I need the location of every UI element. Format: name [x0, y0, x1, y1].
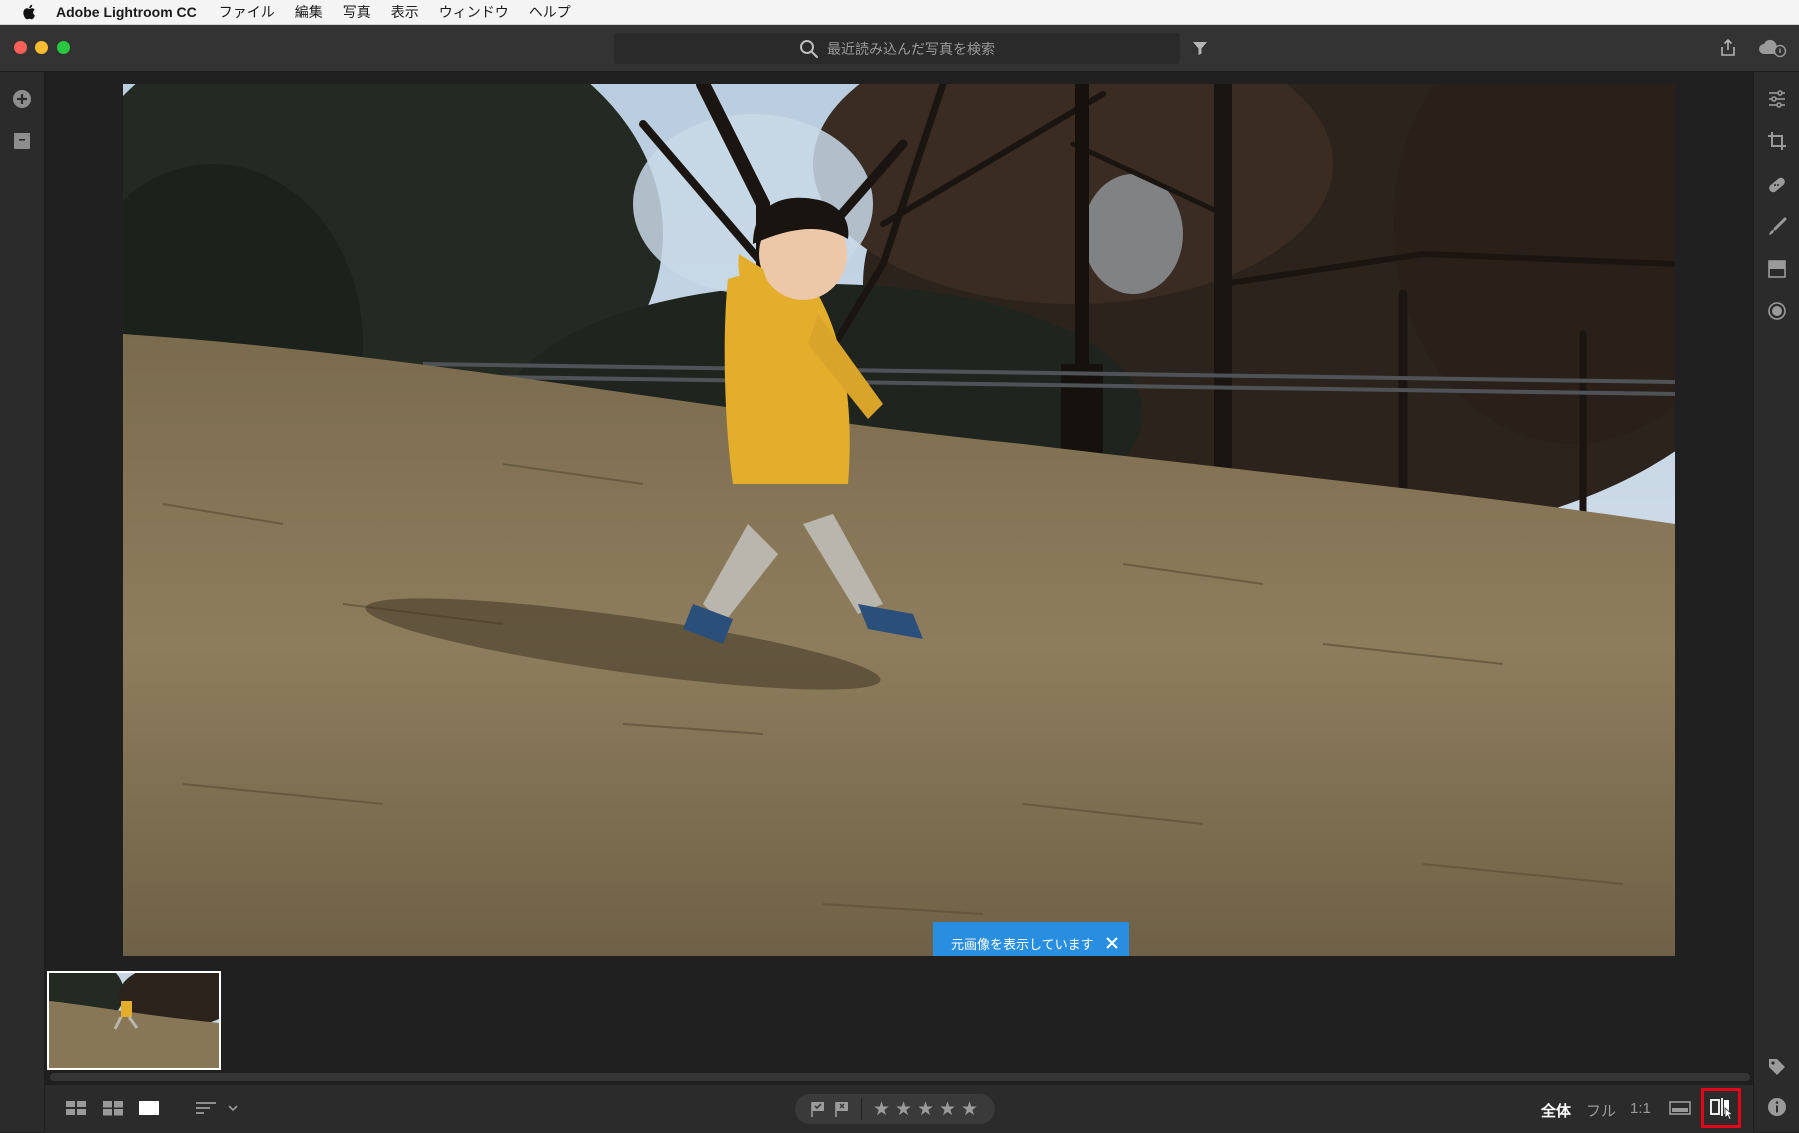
right-panel: [1753, 72, 1799, 1132]
close-icon[interactable]: [1105, 936, 1119, 950]
search-input[interactable]: 最近読み込んだ写真を検索: [614, 33, 1180, 64]
radial-gradient-icon[interactable]: [1766, 300, 1788, 322]
filter-icon[interactable]: [1191, 39, 1209, 57]
info-icon[interactable]: [1766, 1096, 1788, 1118]
share-icon[interactable]: [1718, 38, 1738, 58]
edit-sliders-icon[interactable]: [1766, 88, 1788, 110]
compare-before-after-icon[interactable]: [1709, 1096, 1735, 1120]
filmstrip-icon[interactable]: [1669, 1098, 1691, 1118]
rating-star-3[interactable]: ★: [917, 1098, 934, 1120]
menu-window[interactable]: ウィンドウ: [439, 2, 509, 22]
left-panel: [0, 72, 45, 1132]
sort-icon[interactable]: [195, 1098, 217, 1118]
albums-icon[interactable]: [11, 130, 33, 152]
rating-star-5[interactable]: ★: [961, 1098, 978, 1120]
app-name-menu[interactable]: Adobe Lightroom CC: [56, 4, 197, 20]
menu-file[interactable]: ファイル: [219, 2, 275, 22]
filmstrip-thumbnail[interactable]: [47, 971, 221, 1070]
close-window-button[interactable]: [14, 41, 27, 54]
photo-grid-icon[interactable]: [102, 1098, 124, 1118]
zoom-fit-button[interactable]: 全体: [1541, 1100, 1571, 1121]
chevron-down-icon[interactable]: [227, 1098, 239, 1118]
menu-help[interactable]: ヘルプ: [529, 2, 571, 22]
crop-icon[interactable]: [1766, 130, 1788, 152]
cloud-sync-icon[interactable]: [1757, 38, 1787, 58]
flag-pick-icon[interactable]: [809, 1100, 827, 1118]
menu-view[interactable]: 表示: [391, 2, 419, 22]
search-icon: [800, 39, 819, 58]
rating-star-2[interactable]: ★: [895, 1098, 912, 1120]
rating-star-4[interactable]: ★: [939, 1098, 956, 1120]
menu-bar: Adobe Lightroom CC ファイル 編集 写真 表示 ウィンドウ ヘ…: [0, 0, 1799, 25]
apple-icon[interactable]: [20, 3, 40, 21]
menu-edit[interactable]: 編集: [295, 2, 323, 22]
rating-star-1[interactable]: ★: [873, 1098, 890, 1120]
zoom-one-to-one-button[interactable]: 1:1: [1630, 1100, 1651, 1117]
flag-reject-icon[interactable]: [833, 1100, 851, 1118]
detail-view-icon[interactable]: [138, 1098, 160, 1118]
brush-icon[interactable]: [1766, 216, 1788, 238]
rating-divider: [861, 1098, 862, 1120]
add-photos-icon[interactable]: [11, 88, 33, 110]
linear-gradient-icon[interactable]: [1766, 258, 1788, 280]
zoom-fill-button[interactable]: フル: [1586, 1100, 1616, 1121]
search-placeholder: 最近読み込んだ写真を検索: [827, 40, 995, 57]
menu-photo[interactable]: 写真: [343, 2, 371, 22]
healing-brush-icon[interactable]: [1766, 174, 1788, 196]
photo-viewer: 元画像を表示しています: [45, 72, 1753, 1132]
minimize-window-button[interactable]: [35, 41, 48, 54]
window-titlebar: 最近読み込んだ写真を検索: [0, 25, 1799, 72]
bottom-toolbar: ★ ★ ★ ★ ★ 全体 フル 1:1: [45, 1084, 1753, 1133]
filmstrip-scrollbar[interactable]: [50, 1073, 1750, 1081]
original-image-toast: 元画像を表示しています: [933, 922, 1129, 956]
flag-rating-group: ★ ★ ★ ★ ★: [795, 1094, 995, 1124]
keyword-tag-icon[interactable]: [1766, 1056, 1788, 1078]
main-photo[interactable]: 元画像を表示しています: [123, 84, 1675, 956]
square-grid-icon[interactable]: [65, 1098, 87, 1118]
zoom-window-button[interactable]: [57, 41, 70, 54]
toast-message: 元画像を表示しています: [951, 937, 1094, 952]
